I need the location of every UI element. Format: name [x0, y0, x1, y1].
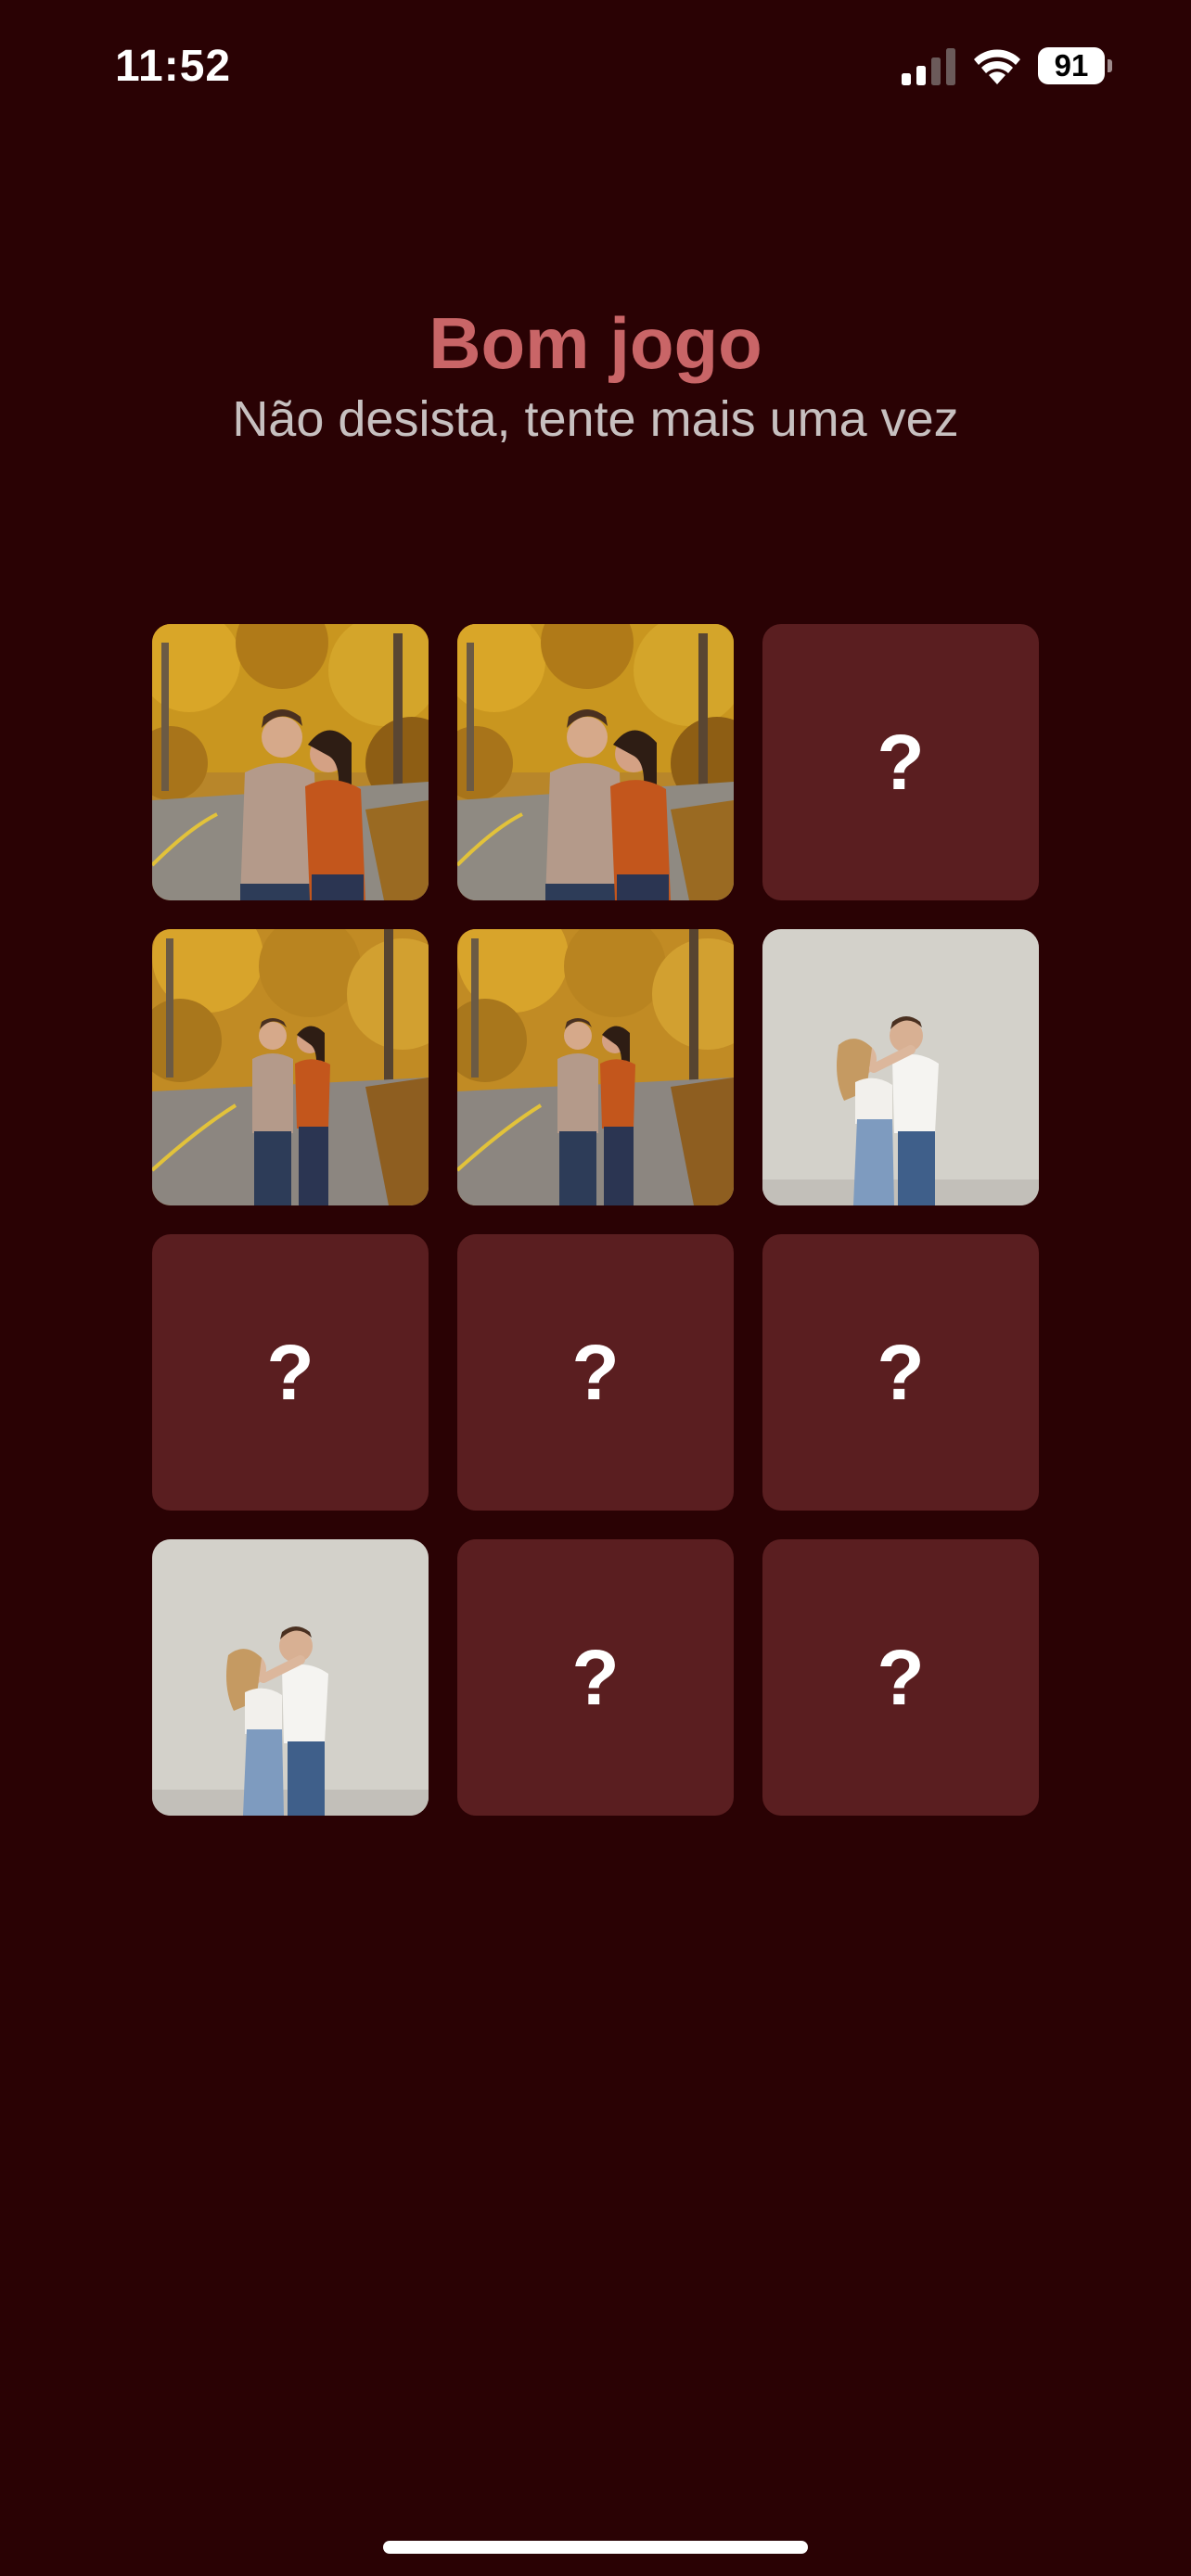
battery-icon: 91 — [1038, 47, 1112, 84]
autumn-couple-photo — [152, 624, 429, 900]
card-revealed[interactable] — [762, 929, 1039, 1205]
card-hidden[interactable]: ? — [762, 624, 1039, 900]
question-mark-icon: ? — [266, 1329, 314, 1416]
page-title: Bom jogo — [429, 302, 762, 384]
question-mark-icon: ? — [877, 1634, 925, 1721]
question-mark-icon: ? — [571, 1634, 620, 1721]
card-revealed[interactable] — [457, 624, 734, 900]
card-hidden[interactable]: ? — [457, 1234, 734, 1511]
battery-cap — [1108, 59, 1112, 72]
question-mark-icon: ? — [571, 1329, 620, 1416]
card-revealed[interactable] — [152, 1539, 429, 1816]
status-bar: 11:52 91 — [0, 0, 1191, 134]
status-time: 11:52 — [115, 42, 232, 91]
memory-board: ? ? ? ? ? ? — [152, 624, 1039, 1816]
card-hidden[interactable]: ? — [457, 1539, 734, 1816]
card-hidden[interactable]: ? — [762, 1539, 1039, 1816]
question-mark-icon: ? — [877, 1329, 925, 1416]
autumn-couple-photo — [457, 624, 734, 900]
autumn-walk-photo — [457, 929, 734, 1205]
home-indicator[interactable] — [383, 2541, 808, 2554]
studio-couple-photo — [762, 929, 1039, 1205]
header: Bom jogo Não desista, tente mais uma vez — [0, 297, 1191, 454]
card-revealed[interactable] — [457, 929, 734, 1205]
studio-couple-photo — [152, 1539, 429, 1816]
card-revealed[interactable] — [152, 624, 429, 900]
signal-icon — [902, 48, 955, 85]
card-revealed[interactable] — [152, 929, 429, 1205]
autumn-walk-photo — [152, 929, 429, 1205]
battery-level: 91 — [1054, 48, 1089, 83]
wifi-icon — [974, 49, 1020, 84]
page-subtitle: Não desista, tente mais uma vez — [232, 391, 959, 447]
card-hidden[interactable]: ? — [152, 1234, 429, 1511]
card-hidden[interactable]: ? — [762, 1234, 1039, 1511]
question-mark-icon: ? — [877, 719, 925, 806]
